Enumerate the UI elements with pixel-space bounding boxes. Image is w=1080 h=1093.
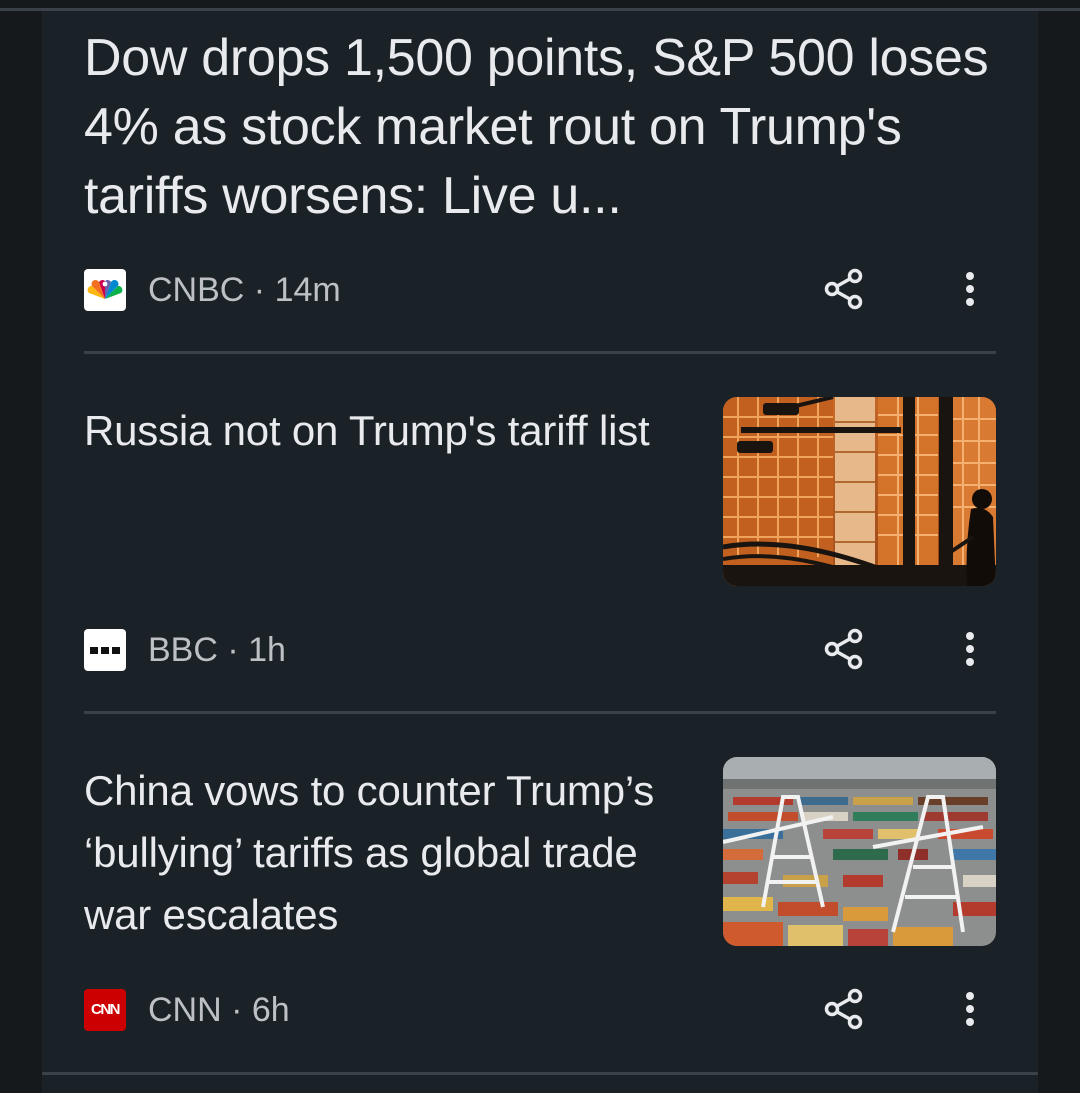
more-vert-icon: [966, 992, 974, 1026]
article-meta: BBC · 1h: [84, 628, 996, 672]
article-age: 6h: [251, 991, 290, 1029]
article-thumbnail[interactable]: [723, 397, 996, 586]
meta-separator: ·: [217, 631, 249, 669]
city-buildings-image: [723, 397, 996, 586]
article-divider: [84, 711, 996, 714]
article-headline[interactable]: Dow drops 1,500 points, S&P 500 loses 4%…: [84, 24, 996, 231]
source-name: BBC: [148, 631, 218, 669]
source-name: CNN: [148, 991, 222, 1029]
source-label: CNN · 6h: [148, 991, 290, 1029]
source-label: BBC · 1h: [148, 631, 286, 669]
share-icon: [824, 268, 863, 310]
bbc-blocks-icon: [84, 629, 126, 671]
shipping-port-image: [723, 757, 996, 946]
meta-separator: ·: [221, 991, 252, 1029]
share-button[interactable]: [821, 266, 869, 314]
article-age: 14m: [274, 271, 341, 309]
more-options-button[interactable]: [946, 986, 994, 1034]
article-headline[interactable]: China vows to counter Trump’s ‘bullying’…: [84, 760, 684, 946]
share-button[interactable]: [821, 626, 869, 674]
more-options-button[interactable]: [946, 626, 994, 674]
cnn-logo-text: CNN: [91, 1001, 121, 1018]
more-vert-icon: [966, 272, 974, 306]
article-headline[interactable]: Russia not on Trump's tariff list: [84, 400, 684, 462]
nbc-peacock-icon: [84, 269, 126, 311]
article-meta: CNN CNN · 6h: [84, 988, 996, 1032]
share-icon: [824, 988, 863, 1030]
more-vert-icon: [966, 632, 974, 666]
article-meta: CNBC · 14m: [84, 268, 996, 312]
share-icon: [824, 628, 863, 670]
more-options-button[interactable]: [946, 266, 994, 314]
source-label: CNBC · 14m: [148, 271, 341, 309]
article-age: 1h: [248, 631, 286, 669]
article-thumbnail[interactable]: [723, 757, 996, 946]
meta-separator: ·: [244, 271, 275, 309]
source-name: CNBC: [148, 271, 245, 309]
article-divider: [84, 351, 996, 354]
cnn-logo-icon: CNN: [84, 989, 126, 1031]
share-button[interactable]: [821, 986, 869, 1034]
card-bottom-divider: [42, 1072, 1038, 1075]
